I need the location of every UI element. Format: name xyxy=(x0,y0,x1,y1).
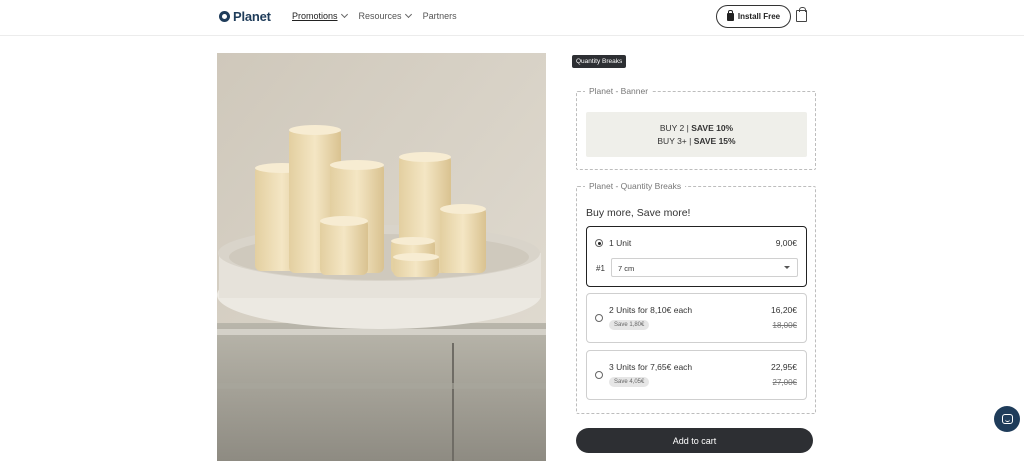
discount-banner: BUY 2 | SAVE 10% BUY 3+ | SAVE 15% xyxy=(586,112,807,157)
candles-photo xyxy=(217,53,546,461)
banner-line-1: BUY 2 | SAVE 10% xyxy=(660,122,733,135)
quantity-breaks-legend: Planet - Quantity Breaks xyxy=(585,181,686,191)
site-header: Planet Promotions Resources Partners Ins… xyxy=(0,0,1024,36)
add-to-cart-button[interactable]: Add to cart xyxy=(576,428,813,453)
chevron-down-icon xyxy=(340,10,348,19)
save-badge: Save 4,05€ xyxy=(609,377,650,387)
nav-item-resources[interactable]: Resources xyxy=(358,10,412,21)
shopping-bag-icon xyxy=(726,9,734,21)
chat-icon xyxy=(1001,414,1013,424)
option-price: 22,95€ xyxy=(771,362,797,372)
logo[interactable]: Planet xyxy=(219,9,271,24)
chat-launcher-button[interactable] xyxy=(994,406,1020,432)
variant-index: #1 xyxy=(596,264,605,273)
option-price: 16,20€ xyxy=(771,305,797,315)
radio-button[interactable] xyxy=(595,371,603,379)
option-title: 2 Units for 8,10€ each xyxy=(609,305,693,315)
option-compare-price: 27,00€ xyxy=(772,378,797,387)
option-title: 3 Units for 7,65€ each xyxy=(609,362,693,372)
install-label: Install Free xyxy=(737,12,781,21)
planet-logo-icon xyxy=(219,11,230,22)
banner-legend: Planet - Banner xyxy=(585,86,653,96)
option-price: 9,00€ xyxy=(775,238,797,248)
banner-line-2-prefix: BUY 3+ | xyxy=(657,135,694,146)
main-nav: Promotions Resources Partners xyxy=(292,10,457,21)
quantity-option-2[interactable]: 2 Units for 8,10€ each Save 1,80€ 16,20€… xyxy=(586,293,807,343)
banner-line-2-bold: SAVE 15% xyxy=(693,135,736,146)
product-image[interactable] xyxy=(217,53,546,461)
save-badge: Save 1,80€ xyxy=(609,320,650,330)
banner-line-1-bold: SAVE 10% xyxy=(691,122,734,133)
nav-item-promotions[interactable]: Promotions xyxy=(292,10,348,21)
quantity-option-3[interactable]: 3 Units for 7,65€ each Save 4,05€ 22,95€… xyxy=(586,350,807,400)
variant-select-value: 7 cm xyxy=(618,264,635,273)
quantity-option-1[interactable]: 1 Unit 9,00€ #1 7 cm xyxy=(586,226,807,287)
radio-button[interactable] xyxy=(595,314,603,322)
nav-item-partners[interactable]: Partners xyxy=(423,11,457,21)
install-free-button[interactable]: Install Free xyxy=(716,5,791,28)
nav-label: Promotions xyxy=(292,11,338,21)
quantity-breaks-heading: Buy more, Save more! xyxy=(586,207,691,219)
chevron-down-icon xyxy=(404,10,412,19)
logo-text: Planet xyxy=(233,9,271,24)
banner-line-2: BUY 3+ | SAVE 15% xyxy=(657,135,735,148)
banner-line-1-prefix: BUY 2 | xyxy=(659,122,692,133)
quantity-breaks-tag: Quantity Breaks xyxy=(572,55,627,68)
banner-block: Planet - Banner BUY 2 | SAVE 10% BUY 3+ … xyxy=(576,86,816,170)
radio-button[interactable] xyxy=(595,239,603,247)
quantity-breaks-block: Planet - Quantity Breaks Buy more, Save … xyxy=(576,181,816,414)
variant-select[interactable]: 7 cm xyxy=(611,258,798,277)
option-title: 1 Unit xyxy=(609,238,632,248)
nav-label: Partners xyxy=(422,11,457,21)
chevron-down-icon xyxy=(784,266,790,269)
cart-icon[interactable] xyxy=(796,7,807,22)
option-compare-price: 18,00€ xyxy=(772,321,797,330)
nav-label: Resources xyxy=(358,11,402,21)
